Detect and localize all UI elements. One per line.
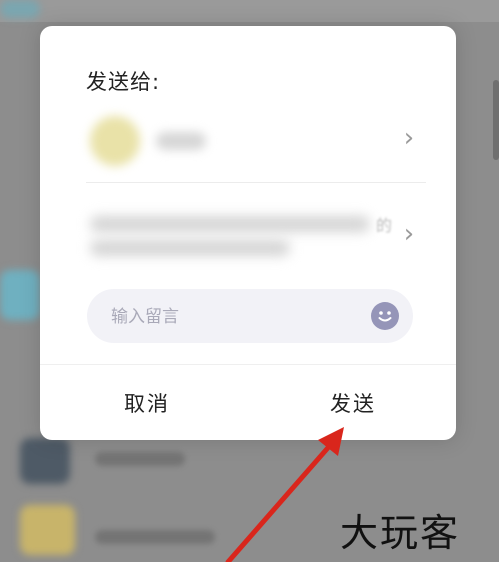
red-arrow-annotation xyxy=(225,427,344,562)
watermark-logo: 大玩客 xyxy=(340,511,461,555)
